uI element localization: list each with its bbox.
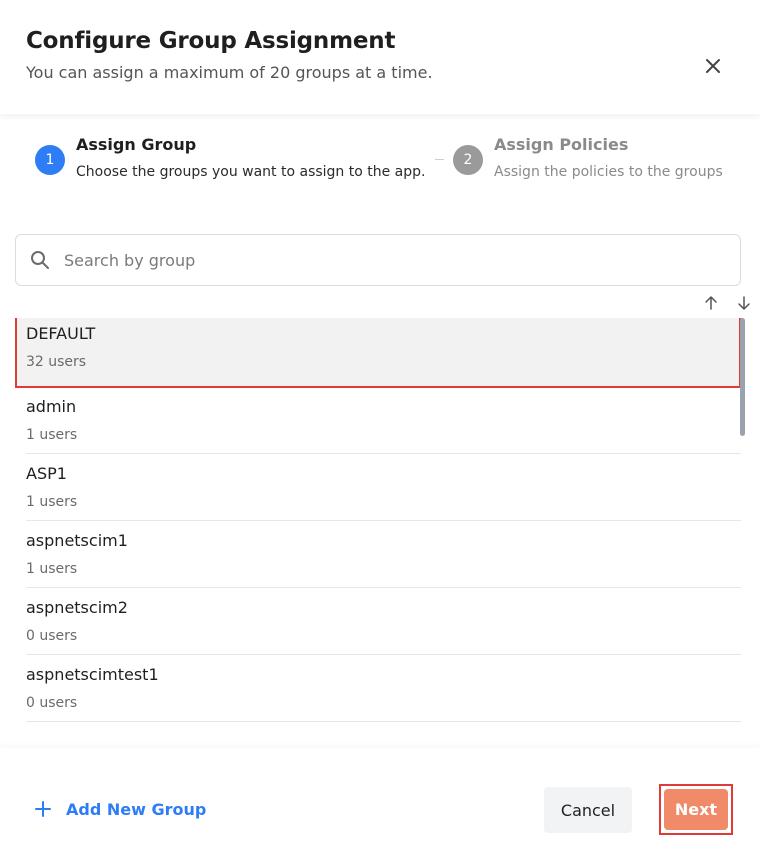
close-button[interactable] (700, 53, 726, 79)
group-row-aspnetscim1[interactable]: aspnetscim1 1 users (15, 521, 741, 588)
row-divider (26, 721, 741, 722)
group-user-count: 1 users (26, 561, 78, 577)
group-row-aspnetscimtest1[interactable]: aspnetscimtest1 0 users (15, 655, 741, 722)
cancel-button[interactable]: Cancel (544, 787, 632, 833)
group-name: DEFAULT (26, 324, 96, 343)
group-list: DEFAULT 32 users admin 1 users ASP1 1 us… (0, 318, 760, 748)
dialog-header: Configure Group Assignment You can assig… (0, 0, 760, 114)
group-row-aspnetscim2[interactable]: aspnetscim2 0 users (15, 588, 741, 655)
arrow-down-icon[interactable] (736, 295, 752, 311)
search-icon (31, 251, 49, 269)
group-user-count: 0 users (26, 628, 78, 644)
add-new-group-label: Add New Group (66, 799, 207, 819)
search-box (15, 234, 741, 286)
group-user-count: 1 users (26, 494, 78, 510)
group-row-default[interactable]: DEFAULT 32 users (15, 318, 741, 388)
step-description: Assign the policies to the groups (494, 164, 723, 180)
step-number-badge: 2 (453, 145, 483, 175)
group-user-count: 1 users (26, 427, 78, 443)
dialog-title: Configure Group Assignment (26, 28, 396, 54)
next-button[interactable]: Next (664, 789, 728, 830)
add-new-group-button[interactable]: Add New Group (34, 797, 206, 821)
plus-icon (35, 801, 51, 817)
step-title: Assign Group (76, 135, 197, 154)
group-row-asp1[interactable]: ASP1 1 users (15, 454, 741, 521)
group-name: ASP1 (26, 464, 67, 483)
group-user-count: 0 users (26, 695, 78, 711)
group-row-admin[interactable]: admin 1 users (15, 387, 741, 454)
next-button-highlight: Next (659, 784, 733, 835)
group-user-count: 32 users (26, 354, 87, 370)
group-name: admin (26, 397, 77, 416)
group-name: aspnetscim1 (26, 531, 128, 550)
search-input[interactable] (64, 245, 714, 275)
step-number-badge: 1 (35, 145, 65, 175)
step-connector (435, 159, 444, 160)
list-scrollbar[interactable] (740, 318, 745, 436)
step-description: Choose the groups you want to assign to … (76, 164, 426, 180)
group-name: aspnetscimtest1 (26, 665, 159, 684)
step-title: Assign Policies (494, 135, 629, 154)
close-icon (706, 59, 720, 73)
group-name: aspnetscim2 (26, 598, 128, 617)
arrow-up-icon[interactable] (703, 295, 719, 311)
dialog-subtitle: You can assign a maximum of 20 groups at… (26, 63, 433, 82)
